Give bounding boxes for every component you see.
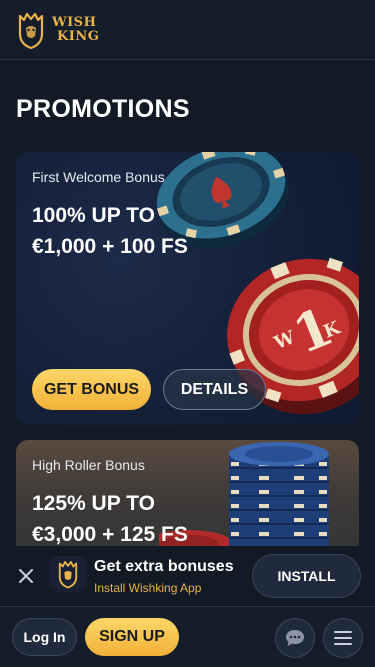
banner-title: Get extra bonuses bbox=[94, 558, 234, 575]
promo-card-welcome[interactable]: W 1 K First Welcome Bonus 100% UP TO €1,… bbox=[16, 152, 359, 425]
promo-headline-line-1: 125% UP TO bbox=[32, 492, 155, 515]
signup-button[interactable]: SIGN UP bbox=[85, 618, 179, 656]
promo-headline: 125% UP TO €3,000 + 125 FS bbox=[32, 488, 188, 550]
page-title: PROMOTIONS bbox=[16, 95, 190, 123]
logo-wordmark: WISH KING bbox=[52, 14, 100, 44]
logo-line-2: KING bbox=[57, 28, 100, 44]
lion-icon bbox=[18, 12, 44, 49]
chat-icon bbox=[286, 630, 304, 646]
banner-subtitle: Install Wishking App bbox=[94, 581, 202, 595]
menu-button[interactable] bbox=[323, 618, 363, 658]
menu-icon bbox=[334, 631, 352, 645]
app-header: WISH KING bbox=[0, 0, 375, 60]
get-bonus-button[interactable]: GET BONUS bbox=[32, 369, 151, 410]
login-button[interactable]: Log In bbox=[12, 618, 77, 656]
close-icon[interactable] bbox=[18, 568, 34, 584]
promo-headline-line-1: 100% UP TO bbox=[32, 204, 155, 227]
promo-subtitle: First Welcome Bonus bbox=[32, 169, 165, 185]
bottom-navigation-bar: Log In SIGN UP bbox=[0, 606, 375, 667]
logo-line-1: WISH bbox=[52, 14, 97, 30]
app-icon bbox=[50, 556, 86, 592]
promo-subtitle: High Roller Bonus bbox=[32, 457, 145, 473]
details-button[interactable]: DETAILS bbox=[163, 369, 266, 410]
install-button[interactable]: INSTALL bbox=[252, 554, 361, 598]
lion-icon bbox=[58, 561, 78, 589]
wishking-logo[interactable]: WISH KING bbox=[14, 10, 99, 50]
chat-button[interactable] bbox=[275, 618, 315, 658]
install-app-banner: Get extra bonuses Install Wishking App I… bbox=[0, 546, 375, 606]
promo-headline-line-2: €1,000 + 100 FS bbox=[32, 235, 188, 258]
promo-headline: 100% UP TO €1,000 + 100 FS bbox=[32, 200, 188, 262]
